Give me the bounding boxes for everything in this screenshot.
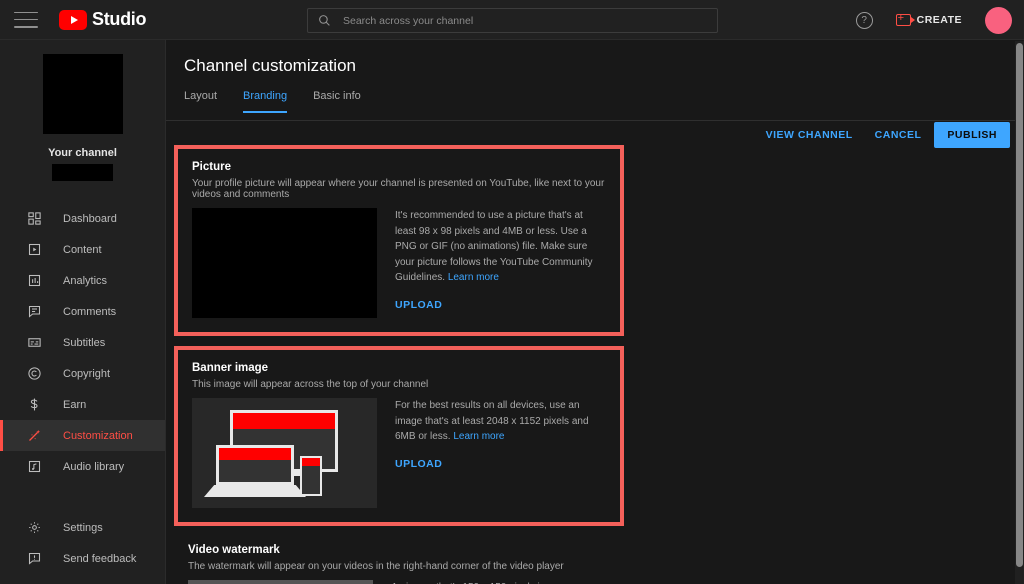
banner-upload-button[interactable]: UPLOAD xyxy=(395,458,442,470)
sidebar-item-customization[interactable]: Customization xyxy=(0,420,165,451)
channel-name-redacted xyxy=(52,164,113,181)
sidebar-label: Comments xyxy=(63,305,117,318)
picture-upload-button[interactable]: UPLOAD xyxy=(395,299,442,311)
channel-label: Your channel xyxy=(48,147,117,159)
laptop-illustration xyxy=(216,445,294,485)
sidebar-item-subtitles[interactable]: Subtitles xyxy=(0,327,165,358)
section-title: Video watermark xyxy=(188,544,280,556)
sidebar-item-send-feedback[interactable]: Send feedback xyxy=(0,543,165,574)
sidebar-label: Audio library xyxy=(63,460,125,473)
top-bar: Studio ? CREATE xyxy=(0,0,1024,40)
tab-branding[interactable]: Branding xyxy=(243,90,288,113)
sidebar-label: Analytics xyxy=(63,274,108,287)
section-subtitle: This image will appear across the top of… xyxy=(192,379,429,390)
comments-icon xyxy=(25,303,43,321)
hamburger-icon[interactable] xyxy=(14,11,38,28)
picture-preview[interactable] xyxy=(192,208,377,318)
audio-library-icon xyxy=(25,458,43,476)
tab-basic-info[interactable]: Basic info xyxy=(313,90,361,113)
banner-section: Banner image This image will appear acro… xyxy=(174,346,624,526)
search-icon xyxy=(319,15,330,26)
learn-more-link[interactable]: Learn more xyxy=(453,431,504,442)
subtitles-icon xyxy=(25,334,43,352)
sidebar-item-comments[interactable]: Comments xyxy=(0,296,165,327)
section-subtitle: The watermark will appear on your videos… xyxy=(188,561,564,572)
sidebar-label: Content xyxy=(63,243,102,256)
sidebar-item-analytics[interactable]: Analytics xyxy=(0,265,165,296)
section-subtitle: Your profile picture will appear where y… xyxy=(192,178,605,200)
magic-wand-icon xyxy=(25,427,43,445)
create-button[interactable]: CREATE xyxy=(887,9,971,31)
banner-preview[interactable] xyxy=(192,398,377,508)
sidebar-bottom-nav: Settings Send feedback xyxy=(0,512,165,574)
sidebar-item-audio-library[interactable]: Audio library xyxy=(0,451,165,482)
studio-logo[interactable]: Studio xyxy=(59,9,146,30)
learn-more-link[interactable]: Learn more xyxy=(448,272,499,283)
feedback-icon xyxy=(25,550,43,568)
analytics-icon xyxy=(25,272,43,290)
earn-icon xyxy=(25,396,43,414)
scrollbar-thumb[interactable] xyxy=(1016,43,1023,567)
channel-avatar[interactable] xyxy=(42,54,123,134)
search-bar[interactable] xyxy=(307,8,718,33)
gear-icon xyxy=(25,519,43,537)
picture-section: Picture Your profile picture will appear… xyxy=(174,145,624,336)
create-button-label: CREATE xyxy=(916,14,962,26)
sidebar-label: Subtitles xyxy=(63,336,106,349)
scrollbar[interactable] xyxy=(1015,41,1024,584)
page-title: Channel customization xyxy=(184,56,356,75)
youtube-logo-icon xyxy=(59,9,87,30)
channel-block: Your channel xyxy=(0,40,165,181)
sidebar-nav: Dashboard Content Analytics Comments Sub… xyxy=(0,203,165,482)
sidebar-label: Dashboard xyxy=(63,212,117,225)
tab-bar: Layout Branding Basic info xyxy=(184,90,1024,113)
content-icon xyxy=(25,241,43,259)
avatar[interactable] xyxy=(985,6,1012,34)
sidebar-item-content[interactable]: Content xyxy=(0,234,165,265)
sidebar-label: Settings xyxy=(63,521,103,534)
video-plus-icon xyxy=(895,12,915,26)
sidebar-item-dashboard[interactable]: Dashboard xyxy=(0,203,165,234)
section-title: Banner image xyxy=(192,362,269,374)
sidebar-item-settings[interactable]: Settings xyxy=(0,512,165,543)
branding-sections: Picture Your profile picture will appear… xyxy=(166,145,1024,584)
section-title: Picture xyxy=(192,161,231,173)
tab-layout[interactable]: Layout xyxy=(184,90,217,113)
watermark-section: Video watermark The watermark will appea… xyxy=(174,532,624,584)
copyright-icon xyxy=(25,365,43,383)
dashboard-icon xyxy=(25,210,43,228)
sidebar: Your channel Dashboard Content Analytics… xyxy=(0,40,166,584)
sidebar-label: Send feedback xyxy=(63,552,137,565)
help-icon[interactable]: ? xyxy=(855,11,873,29)
sidebar-label: Customization xyxy=(63,429,133,442)
sidebar-label: Earn xyxy=(63,398,87,411)
divider xyxy=(166,120,1024,121)
top-bar-actions: ? CREATE xyxy=(855,0,1012,40)
search-input[interactable] xyxy=(343,14,683,27)
main-content: Channel customization Layout Branding Ba… xyxy=(166,40,1024,584)
watermark-preview[interactable] xyxy=(188,580,373,584)
brand-text: Studio xyxy=(92,9,147,29)
sidebar-item-earn[interactable]: Earn xyxy=(0,389,165,420)
sidebar-item-copyright[interactable]: Copyright xyxy=(0,358,165,389)
laptop-base xyxy=(204,485,306,497)
sidebar-label: Copyright xyxy=(63,367,111,380)
phone-illustration xyxy=(300,456,322,496)
